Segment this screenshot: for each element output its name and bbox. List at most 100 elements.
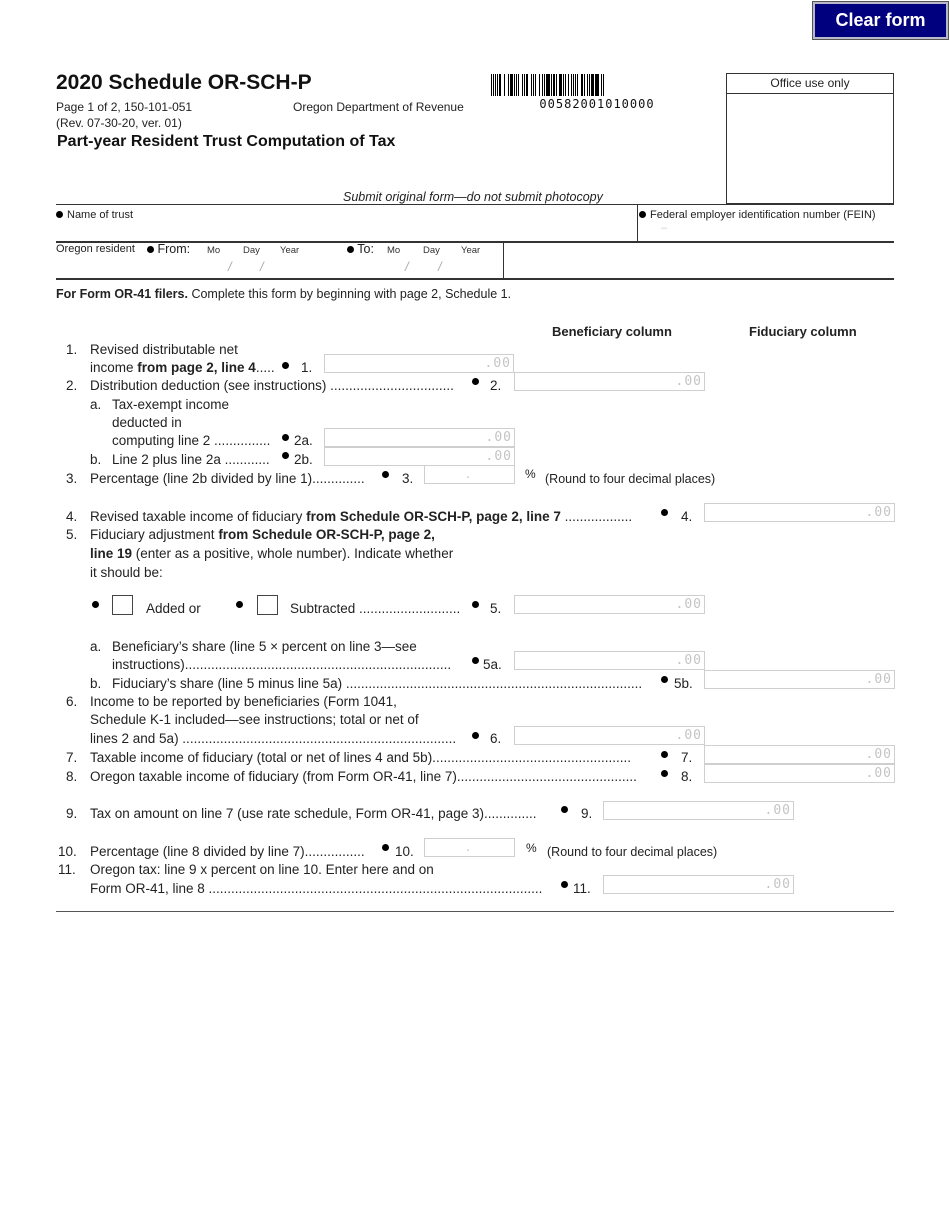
line-2b-input[interactable]: .00	[324, 447, 515, 466]
fiduciary-column-header: Fiduciary column	[749, 324, 857, 339]
page-info: Page 1 of 2, 150-101-051	[56, 100, 193, 114]
required-bullet-icon	[236, 601, 243, 608]
line-7-input[interactable]: .00	[704, 745, 895, 764]
line-5a-input[interactable]: .00	[514, 651, 705, 670]
office-use-label: Office use only	[727, 74, 893, 94]
barcode	[491, 74, 703, 96]
date-separator: /	[228, 259, 232, 274]
from-day-label: Day	[243, 245, 260, 256]
line-6-ref: 6.	[490, 731, 502, 746]
resident-extra-field[interactable]	[505, 244, 894, 277]
line-4-text: Revised taxable income of fiduciary from…	[90, 509, 633, 524]
barcode-number: 00582001010000	[539, 97, 655, 111]
from-date-input[interactable]: / /	[200, 258, 335, 278]
required-bullet-icon	[382, 471, 389, 478]
oregon-resident-label: Oregon resident	[56, 243, 135, 255]
line-1-ref: 1.	[301, 360, 313, 375]
required-bullet-icon	[282, 452, 289, 459]
line-7-text: Taxable income of fiduciary (total or ne…	[90, 750, 631, 765]
barcode-bar	[603, 74, 605, 96]
line-10-input[interactable]: .	[424, 838, 515, 857]
line-5-number: 5.	[66, 527, 78, 542]
fein-field[interactable]: Federal employer identification number (…	[639, 206, 894, 241]
required-bullet-icon	[347, 246, 354, 254]
line-9-number: 9.	[66, 806, 78, 821]
submit-note: Submit original form—do not submit photo…	[343, 190, 603, 204]
office-use-box: Office use only	[726, 73, 894, 204]
line-11-ref: 11.	[573, 881, 591, 896]
fein-label: Federal employer identification number (…	[650, 209, 876, 221]
line-2-input[interactable]: .00	[514, 372, 705, 391]
added-checkbox[interactable]	[112, 595, 133, 615]
line-3-text: Percentage (line 2b divided by line 1)..…	[90, 471, 365, 486]
line-9-input[interactable]: .00	[603, 801, 794, 820]
line-5-input[interactable]: .00	[514, 595, 705, 614]
line-10-note: (Round to four decimal places)	[547, 845, 718, 859]
to-date-input[interactable]: / /	[378, 258, 502, 278]
line-7-number: 7.	[66, 750, 78, 765]
line-11-input[interactable]: .00	[603, 875, 794, 894]
line-11-number: 11.	[58, 862, 76, 877]
department-name: Oregon Department of Revenue	[293, 100, 464, 114]
line-5b-letter: b.	[90, 676, 102, 691]
line-4-input[interactable]: .00	[704, 503, 895, 522]
line-5-text: Fiduciary adjustment from Schedule OR-SC…	[90, 527, 435, 542]
line-6-input[interactable]: .00	[514, 726, 705, 745]
required-bullet-icon	[382, 844, 389, 851]
required-bullet-icon	[561, 881, 568, 888]
form-subtitle: Part-year Resident Trust Computation of …	[57, 133, 396, 150]
divider	[56, 278, 894, 280]
to-year-label: Year	[461, 245, 481, 256]
line-8-input[interactable]: .00	[704, 764, 895, 783]
line-6-text-3: lines 2 and 5a) ........................…	[90, 731, 457, 746]
line-1-text-2: income from page 2, line 4.....	[90, 360, 275, 375]
form-title: 2020 Schedule OR-SCH-P	[56, 71, 312, 94]
intro-rest: Complete this form by beginning with pag…	[187, 287, 512, 301]
line-2a-text: Tax-exempt income	[112, 397, 230, 412]
line-2a-letter: a.	[90, 397, 102, 412]
subtracted-label: Subtracted ...........................	[290, 601, 461, 616]
line-5-ref: 5.	[490, 601, 502, 616]
line-1-text: Revised distributable net	[90, 342, 238, 357]
divider	[637, 204, 638, 242]
line-10-text: Percentage (line 8 divided by line 7)...…	[90, 844, 365, 859]
required-bullet-icon	[282, 434, 289, 441]
line-2a-ref: 2a.	[294, 433, 313, 448]
line-2b-letter: b.	[90, 452, 102, 467]
required-bullet-icon	[639, 211, 646, 219]
line-5a-letter: a.	[90, 639, 102, 654]
line-5b-input[interactable]: .00	[704, 670, 895, 689]
to-label: To:	[347, 242, 374, 256]
line-2a-input[interactable]: .00	[324, 428, 515, 447]
required-bullet-icon	[472, 732, 479, 739]
required-bullet-icon	[472, 601, 479, 608]
line-5a-text-2: instructions)...........................…	[112, 657, 452, 672]
intro-text: For Form OR-41 filers. Complete this for…	[56, 287, 511, 301]
line-2-text: Distribution deduction (see instructions…	[90, 378, 454, 393]
divider	[56, 204, 894, 205]
required-bullet-icon	[92, 601, 99, 608]
name-of-trust-field[interactable]: Name of trust	[56, 206, 636, 241]
bottom-divider	[56, 911, 894, 912]
clear-form-button[interactable]: Clear form	[812, 1, 949, 40]
line-2a-text-3: computing line 2 ...............	[112, 433, 271, 448]
required-bullet-icon	[472, 657, 479, 664]
line-2-ref: 2.	[490, 378, 502, 393]
line-11-text-2: Form OR-41, line 8 .....................…	[90, 881, 543, 896]
required-bullet-icon	[661, 676, 668, 683]
required-bullet-icon	[561, 806, 568, 813]
required-bullet-icon	[147, 246, 154, 254]
line-10-percent-sign: %	[526, 841, 537, 855]
line-4-number: 4.	[66, 509, 78, 524]
line-8-number: 8.	[66, 769, 78, 784]
line-3-percent-sign: %	[525, 467, 536, 481]
line-8-ref: 8.	[681, 769, 693, 784]
added-label: Added or	[146, 601, 201, 616]
line-5a-ref: 5a.	[483, 657, 502, 672]
subtracted-checkbox[interactable]	[257, 595, 278, 615]
line-1-input[interactable]: .00	[324, 354, 514, 373]
from-label: From:	[147, 242, 190, 256]
line-2b-ref: 2b.	[294, 452, 313, 467]
required-bullet-icon	[56, 211, 63, 219]
line-3-input[interactable]: .	[424, 465, 515, 484]
